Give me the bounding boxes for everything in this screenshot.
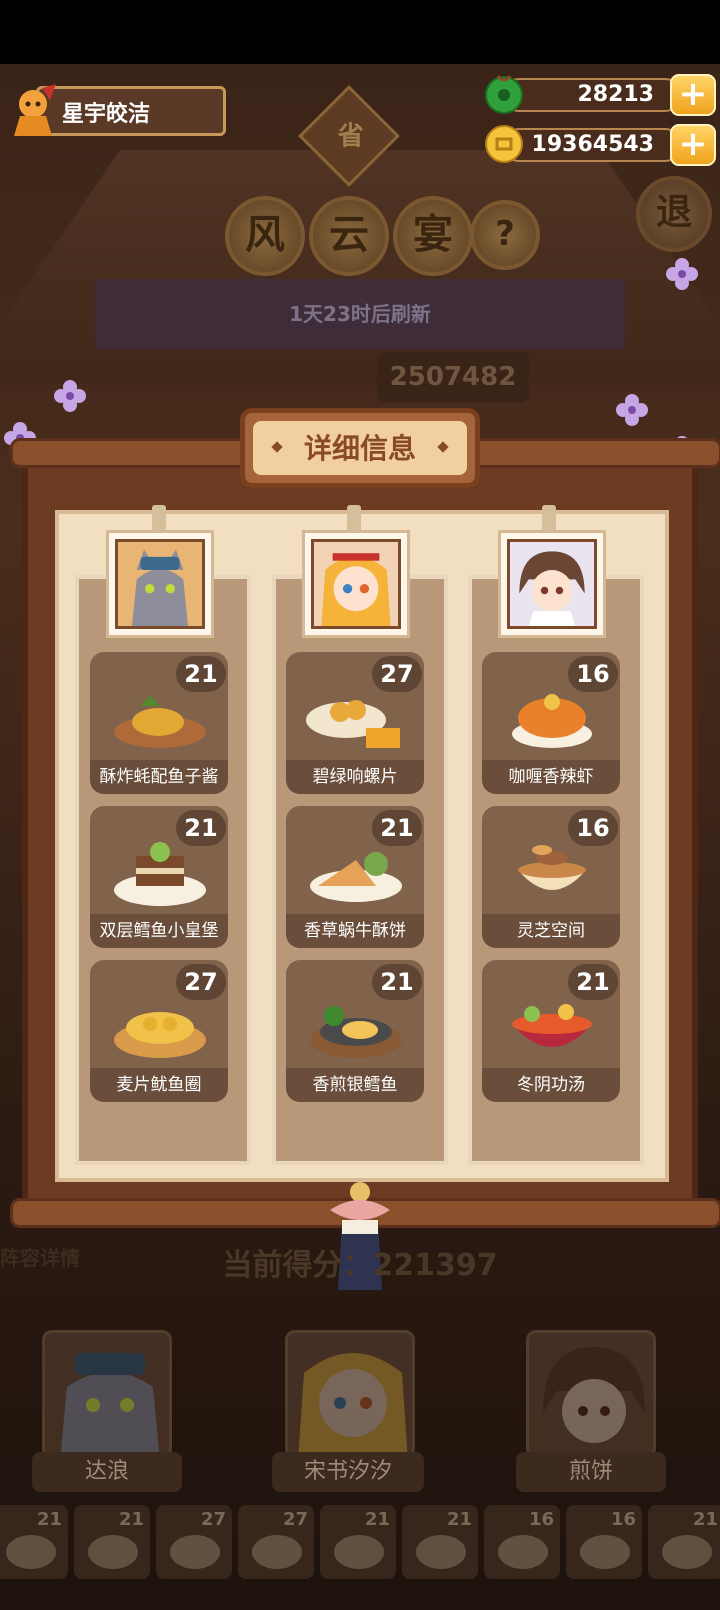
title-char-3: 宴 [393,196,473,276]
dish-name: 麦片鱿鱼圈 [90,1068,228,1102]
girl-character-icon [311,539,401,629]
mini-dish[interactable]: 21 [320,1505,396,1579]
dish-card[interactable]: 27 麦片鱿鱼圈 [90,960,228,1102]
coin-amount: 19364543 [531,132,654,157]
add-jade-button[interactable]: + [670,74,716,116]
flower-icon [666,258,698,290]
dish-name: 碧绿响螺片 [286,760,424,794]
add-coin-button[interactable]: + [670,124,716,166]
jade-icon [485,75,523,114]
dish-count: 27 [372,656,422,692]
detail-panel-header: 详细信息 [240,408,480,488]
dish-count: 16 [568,810,618,846]
status-bar [0,0,720,64]
coin-icon [485,125,523,163]
help-button[interactable]: ? [470,200,540,270]
wolf-character-icon [115,539,205,629]
character-card[interactable] [526,1330,656,1458]
player-avatar-icon [14,84,56,136]
dish-name: 香草蜗牛酥饼 [286,914,424,948]
dish-name: 酥炸蚝配鱼子酱 [90,760,228,794]
dish-count: 21 [372,964,422,1000]
character-card[interactable] [42,1330,172,1458]
dish-count: 21 [568,964,618,1000]
player-name: 星宇皎洁 [62,102,151,127]
character-name: 宋书汐汐 [272,1452,424,1492]
dish-count: 21 [176,810,226,846]
dish-name: 咖喱香辣虾 [482,760,620,794]
dish-name: 灵芝空间 [482,914,620,948]
boy-character-icon [507,539,597,629]
mini-dish[interactable]: 21 [74,1505,150,1579]
jade-currency: 28213 + [484,74,716,116]
total-score: 2507482 [377,352,529,402]
mini-dish[interactable]: 21 [0,1505,68,1579]
mini-dish[interactable]: 21 [648,1505,720,1579]
mini-dish[interactable]: 16 [566,1505,642,1579]
coin-currency: 19364543 + [484,124,716,166]
girl-character-icon [298,1353,408,1455]
boy-character-icon [543,1347,645,1443]
character-name: 达浪 [32,1452,182,1492]
refresh-timer: 1天23时后刷新 [289,302,431,326]
mini-dish[interactable]: 16 [484,1505,560,1579]
exit-button[interactable]: 退 [636,176,712,252]
character-portrait-wolf[interactable] [106,530,214,638]
dish-name: 双层鳕鱼小皇堡 [90,914,228,948]
character-portrait-girl[interactable] [302,530,410,638]
dish-count: 21 [176,656,226,692]
dish-card[interactable]: 21 酥炸蚝配鱼子酱 [90,652,228,794]
mini-dish[interactable]: 27 [156,1505,232,1579]
dish-card[interactable]: 21 香煎银鳕鱼 [286,960,424,1102]
mini-dish[interactable]: 21 [402,1505,478,1579]
dish-card[interactable]: 21 冬阴功汤 [482,960,620,1102]
mini-dish[interactable]: 27 [238,1505,314,1579]
panel-title: 详细信息 [303,432,416,465]
dish-name: 香煎银鳕鱼 [286,1068,424,1102]
title-char-2: 云 [309,196,389,276]
lineup-details-button[interactable]: 阵容详情 [0,1242,80,1271]
character-card[interactable] [285,1330,415,1458]
player-nameplate[interactable]: 星宇皎洁 [6,82,228,138]
dish-card[interactable]: 21 双层鳕鱼小皇堡 [90,806,228,948]
wolf-character-icon [60,1353,160,1455]
flower-icon [54,380,86,412]
dish-name: 冬阴功汤 [482,1068,620,1102]
dish-card[interactable]: 16 灵芝空间 [482,806,620,948]
jade-amount: 28213 [577,82,654,107]
dish-count: 16 [568,656,618,692]
dish-card[interactable]: 27 碧绿响螺片 [286,652,424,794]
dish-count: 21 [372,810,422,846]
character-name: 煎饼 [516,1452,666,1492]
flower-icon [616,394,648,426]
character-portrait-boy[interactable] [498,530,606,638]
title-char-1: 风 [225,196,305,276]
dish-card[interactable]: 21 香草蜗牛酥饼 [286,806,424,948]
dish-card[interactable]: 16 咖喱香辣虾 [482,652,620,794]
dish-count: 27 [176,964,226,1000]
current-score: 当前得分：221397 [222,1248,498,1283]
